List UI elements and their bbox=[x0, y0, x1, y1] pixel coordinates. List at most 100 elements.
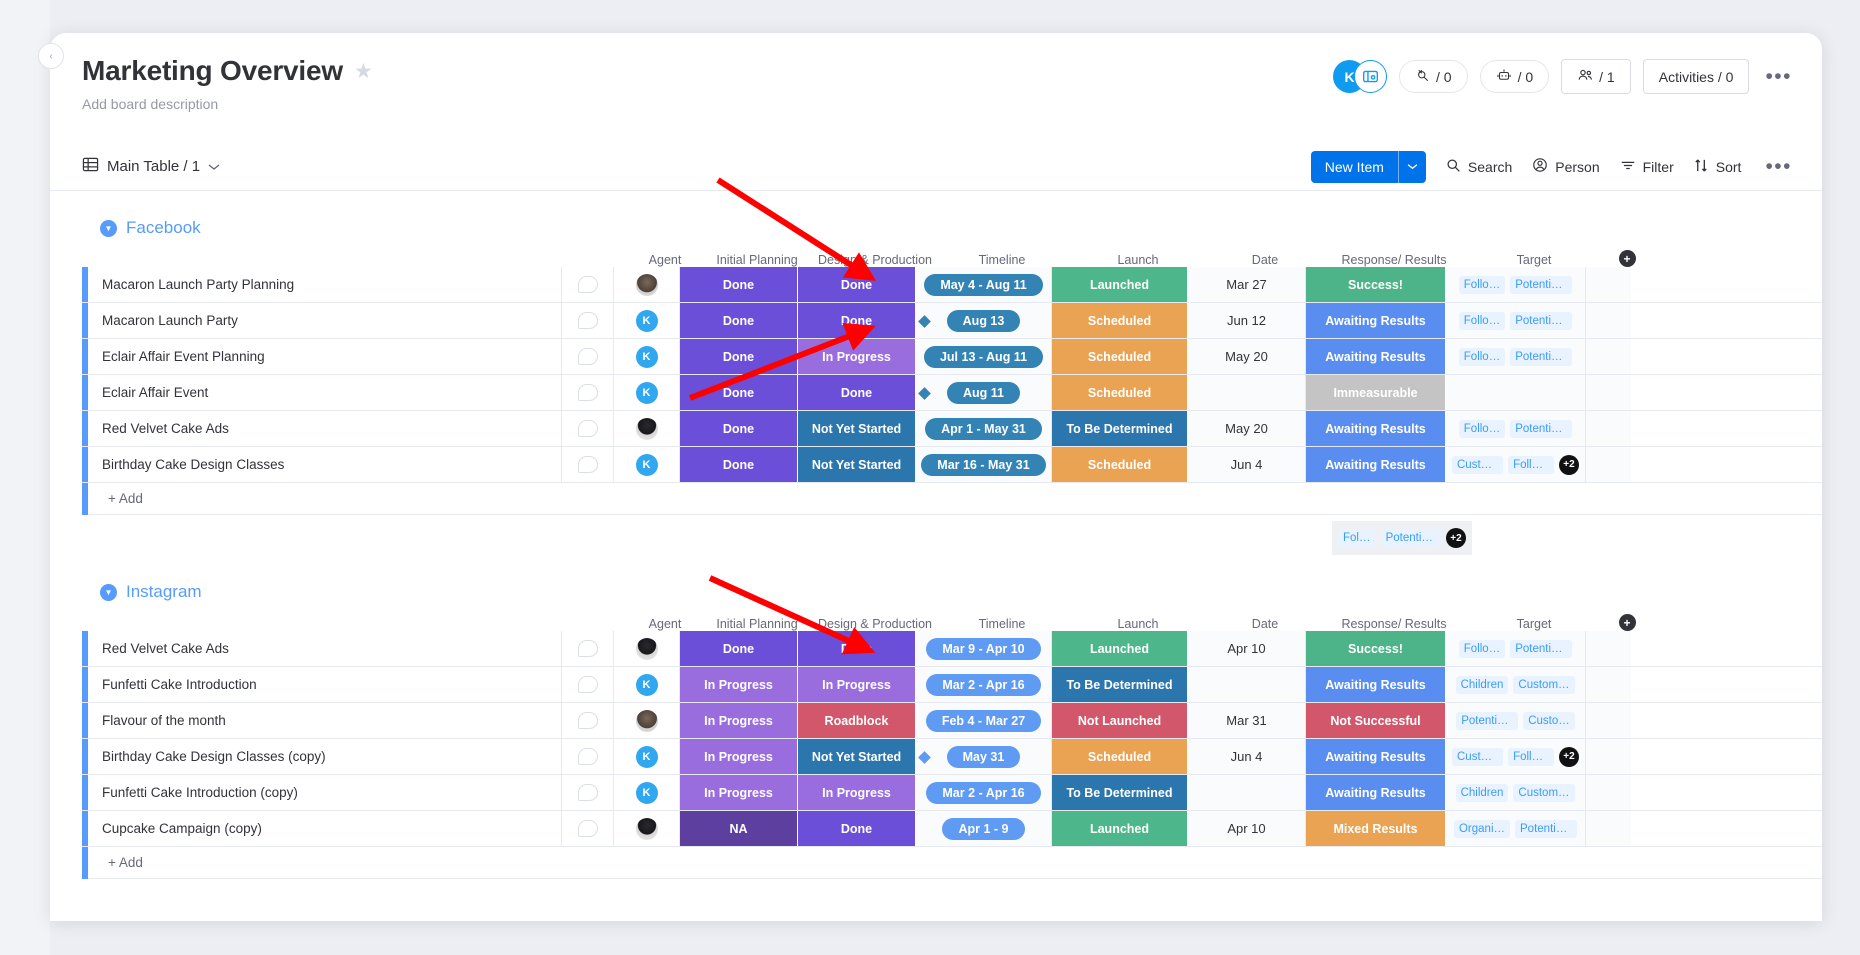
status-response-results[interactable]: Success! bbox=[1306, 631, 1446, 666]
status-response-results[interactable]: Success! bbox=[1306, 267, 1446, 302]
row-title[interactable]: Funfetti Cake Introduction (copy) bbox=[88, 775, 562, 810]
status-initial-planning[interactable]: Done bbox=[680, 303, 798, 338]
timeline-cell[interactable]: Apr 1 - 9 bbox=[916, 811, 1052, 846]
caret-down-icon[interactable]: ▼ bbox=[100, 220, 117, 237]
row-title[interactable]: Birthday Cake Design Classes (copy) bbox=[88, 739, 562, 774]
target-tag[interactable]: Potential Foll… bbox=[1510, 348, 1572, 366]
target-cell[interactable]: Follo… Potential Foll… bbox=[1446, 631, 1586, 666]
date-cell[interactable]: Jun 4 bbox=[1188, 739, 1306, 774]
invite-button[interactable]: / 1 bbox=[1561, 59, 1631, 94]
comment-icon[interactable] bbox=[562, 411, 614, 446]
column-header-target[interactable]: Target bbox=[1464, 617, 1604, 631]
timeline-cell[interactable]: Aug 11 bbox=[916, 375, 1052, 410]
board-more-menu[interactable]: ••• bbox=[1761, 66, 1796, 87]
agent-cell[interactable]: K bbox=[614, 739, 680, 774]
agent-cell[interactable] bbox=[614, 811, 680, 846]
status-launch[interactable]: Scheduled bbox=[1052, 339, 1188, 374]
chevron-down-icon[interactable] bbox=[208, 158, 220, 175]
target-tag[interactable]: Potential Foll… bbox=[1510, 640, 1572, 658]
timeline-pill[interactable]: Aug 11 bbox=[947, 382, 1020, 404]
comment-icon[interactable] bbox=[562, 631, 614, 666]
add-item-label[interactable]: + Add bbox=[88, 855, 143, 870]
agent-cell[interactable]: K bbox=[614, 775, 680, 810]
status-initial-planning[interactable]: Done bbox=[680, 447, 798, 482]
target-tag[interactable]: Potential Fol… bbox=[1456, 712, 1518, 730]
avatar[interactable]: K bbox=[636, 746, 658, 768]
status-initial-planning[interactable]: Done bbox=[680, 267, 798, 302]
agent-cell[interactable] bbox=[614, 411, 680, 446]
timeline-pill[interactable]: Aug 13 bbox=[947, 310, 1021, 332]
status-response-results[interactable]: Awaiting Results bbox=[1306, 411, 1446, 446]
table-row[interactable]: Funfetti Cake Introduction (copy) K In Pro… bbox=[82, 775, 1822, 811]
add-item-row[interactable]: + Add bbox=[82, 483, 1822, 515]
status-initial-planning[interactable]: Done bbox=[680, 339, 798, 374]
person-filter-button[interactable]: Person bbox=[1532, 157, 1599, 176]
row-title[interactable]: Eclair Affair Event bbox=[88, 375, 562, 410]
comment-icon[interactable] bbox=[562, 447, 614, 482]
timeline-pill[interactable]: Apr 1 - 9 bbox=[942, 818, 1024, 840]
status-design-production[interactable]: In Progress bbox=[798, 775, 916, 810]
new-item-chevron-down-icon[interactable] bbox=[1398, 151, 1426, 183]
status-initial-planning[interactable]: Done bbox=[680, 631, 798, 666]
agent-cell[interactable]: K bbox=[614, 339, 680, 374]
timeline-pill[interactable]: Mar 16 - May 31 bbox=[921, 454, 1045, 476]
timeline-pill[interactable]: May 4 - Aug 11 bbox=[924, 274, 1042, 296]
column-header-launch[interactable]: Launch bbox=[1070, 617, 1206, 631]
board-description[interactable]: Add board description bbox=[82, 96, 1796, 112]
date-cell[interactable]: May 20 bbox=[1188, 339, 1306, 374]
avatar[interactable]: K bbox=[636, 674, 658, 696]
avatar[interactable]: K bbox=[636, 454, 658, 476]
activities-button[interactable]: Activities / 0 bbox=[1643, 59, 1750, 94]
target-tag[interactable]: Follo… bbox=[1459, 348, 1505, 366]
table-row[interactable]: Cupcake Campaign (copy)NADoneApr 1 - 9La… bbox=[82, 811, 1822, 847]
plus-icon[interactable]: + bbox=[1619, 614, 1636, 631]
avatar[interactable] bbox=[636, 418, 658, 440]
target-more-badge[interactable]: +2 bbox=[1559, 747, 1579, 767]
sort-button[interactable]: Sort bbox=[1694, 158, 1742, 176]
status-design-production[interactable]: Roadblock bbox=[798, 703, 916, 738]
column-header-date[interactable]: Date bbox=[1206, 253, 1324, 267]
agent-cell[interactable]: K bbox=[614, 375, 680, 410]
status-response-results[interactable]: Awaiting Results bbox=[1306, 447, 1446, 482]
timeline-cell[interactable]: May 4 - Aug 11 bbox=[916, 267, 1052, 302]
table-row[interactable]: Red Velvet Cake AdsDoneNot Yet StartedAp… bbox=[82, 411, 1822, 447]
target-tag[interactable]: Organi… bbox=[1454, 820, 1510, 838]
timeline-pill[interactable]: Apr 1 - May 31 bbox=[925, 418, 1042, 440]
target-cell[interactable]: ChildrenCustomers bbox=[1446, 667, 1586, 702]
status-response-results[interactable]: Not Successful bbox=[1306, 703, 1446, 738]
timeline-pill[interactable]: Jul 13 - Aug 11 bbox=[924, 346, 1043, 368]
status-launch[interactable]: Scheduled bbox=[1052, 303, 1188, 338]
filter-button[interactable]: Filter bbox=[1620, 158, 1674, 175]
target-tag[interactable]: Potential Foll… bbox=[1510, 276, 1572, 294]
column-header-target[interactable]: Target bbox=[1464, 253, 1604, 267]
column-header-agent[interactable]: Agent bbox=[632, 617, 698, 631]
timeline-pill[interactable]: Feb 4 - Mar 27 bbox=[926, 710, 1041, 732]
target-tag[interactable]: Follo… bbox=[1459, 312, 1505, 330]
target-tag[interactable]: Follo… bbox=[1459, 640, 1505, 658]
target-cell[interactable]: Potential Fol…Custo… bbox=[1446, 703, 1586, 738]
column-header-response-results[interactable]: Response/ Results bbox=[1324, 253, 1464, 267]
timeline-cell[interactable]: May 31 bbox=[916, 739, 1052, 774]
tab-main-table[interactable]: Main Table / 1 bbox=[82, 156, 220, 177]
avatar[interactable] bbox=[636, 818, 658, 840]
status-launch[interactable]: Scheduled bbox=[1052, 447, 1188, 482]
status-launch[interactable]: Launched bbox=[1052, 811, 1188, 846]
target-cell[interactable]: Follo…Potential Foll… bbox=[1446, 411, 1586, 446]
column-header-agent[interactable]: Agent bbox=[632, 253, 698, 267]
comment-icon[interactable] bbox=[562, 667, 614, 702]
target-cell[interactable]: Custom…Follow…+2 bbox=[1446, 739, 1586, 774]
comment-icon[interactable] bbox=[562, 375, 614, 410]
date-cell[interactable] bbox=[1188, 667, 1306, 702]
comment-icon[interactable] bbox=[562, 739, 614, 774]
agent-cell[interactable] bbox=[614, 703, 680, 738]
toolbar-more-menu[interactable]: ••• bbox=[1761, 156, 1796, 177]
column-header-response-results[interactable]: Response/ Results bbox=[1324, 617, 1464, 631]
status-initial-planning[interactable]: In Progress bbox=[680, 739, 798, 774]
column-header-design-production[interactable]: Design & Production bbox=[816, 617, 934, 631]
add-item-row[interactable]: + Add bbox=[82, 847, 1822, 879]
column-header-initial-planning[interactable]: Initial Planning bbox=[698, 253, 816, 267]
avatar-group[interactable]: K bbox=[1333, 60, 1387, 93]
avatar[interactable] bbox=[636, 638, 658, 660]
status-launch[interactable]: Launched bbox=[1052, 631, 1188, 666]
caret-down-icon[interactable]: ▼ bbox=[100, 584, 117, 601]
